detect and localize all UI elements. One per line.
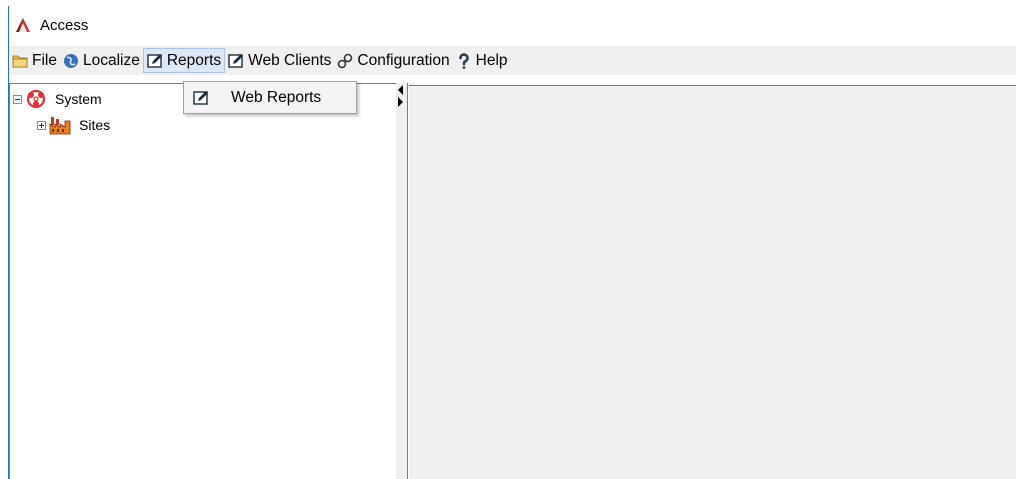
collapse-toggle[interactable] <box>13 94 22 104</box>
edit-icon <box>228 53 244 68</box>
menu-configuration[interactable]: Configuration <box>334 48 452 73</box>
expand-right-arrow-icon[interactable] <box>398 97 403 107</box>
content-panel <box>409 85 1016 479</box>
help-icon <box>458 52 469 69</box>
menu-localize[interactable]: Localize <box>60 48 143 73</box>
menu-configuration-label: Configuration <box>357 51 450 69</box>
menu-file[interactable]: File <box>9 48 60 73</box>
menu-item-web-reports[interactable]: Web Reports <box>231 89 321 107</box>
factory-icon <box>49 117 71 135</box>
menu-reports-label: Reports <box>166 51 222 69</box>
menu-web-clients-label: Web Clients <box>248 51 332 69</box>
menu-help-label: Help <box>475 51 508 69</box>
edit-icon <box>147 53 162 68</box>
edit-icon <box>193 90 208 105</box>
title-bar: Access <box>9 6 1016 44</box>
menu-bar: File Localize Reports Web Clients Config… <box>9 46 1016 75</box>
reports-dropdown-menu: Web Reports <box>183 81 357 114</box>
menu-reports[interactable]: Reports <box>142 48 226 73</box>
app-logo-icon <box>16 18 30 32</box>
system-icon <box>26 89 46 109</box>
menu-file-label: File <box>32 51 57 69</box>
tree-node-system[interactable]: System <box>13 88 102 110</box>
menu-web-clients[interactable]: Web Clients <box>225 48 334 73</box>
tree-label-system: System <box>55 91 102 107</box>
link-icon <box>338 53 353 68</box>
menu-help[interactable]: Help <box>453 48 511 73</box>
tree-label-sites: Sites <box>79 117 111 133</box>
tree-node-sites[interactable]: Sites <box>37 114 110 136</box>
window-title: Access <box>40 16 89 34</box>
expand-toggle[interactable] <box>37 120 46 130</box>
folder-icon <box>12 55 28 67</box>
app-window: Access File Localize Reports Web Clients… <box>8 6 1016 479</box>
navigation-tree: System Sites <box>9 83 397 479</box>
panel-splitter[interactable] <box>396 83 408 479</box>
collapse-left-arrow-icon[interactable] <box>398 85 403 95</box>
menu-localize-label: Localize <box>82 51 140 69</box>
globe-icon <box>63 53 78 68</box>
